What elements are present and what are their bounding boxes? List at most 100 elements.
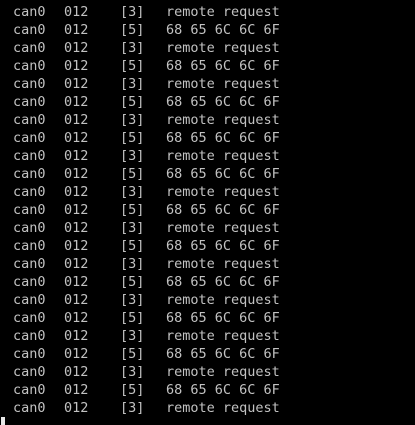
can-id: 012 [64, 238, 89, 254]
output-line: can0 012 [3] remote request [0, 147, 408, 165]
frame-length: [3] [120, 292, 145, 308]
output-line: can0 012 [5] 68 65 6C 6C 6F [0, 57, 408, 75]
can-interface: can0 [13, 400, 46, 416]
output-line: can0 012 [3] remote request [0, 327, 408, 345]
can-id: 012 [64, 148, 89, 164]
terminal-output: can0 012 [3] remote request can0 012 [5] 68 65 … [0, 3, 408, 417]
frame-data: remote request [166, 4, 280, 20]
frame-data: remote request [166, 184, 280, 200]
can-id: 012 [64, 184, 89, 200]
frame-data: remote request [166, 328, 280, 344]
frame-length: [3] [120, 40, 145, 56]
can-id: 012 [64, 76, 89, 92]
frame-length: [5] [120, 130, 145, 146]
can-id: 012 [64, 256, 89, 272]
frame-data: 68 65 6C 6C 6F [166, 310, 280, 326]
can-interface: can0 [13, 130, 46, 146]
can-id: 012 [64, 4, 89, 20]
output-line: can0 012 [5] 68 65 6C 6C 6F [0, 273, 408, 291]
frame-length: [3] [120, 112, 145, 128]
can-interface: can0 [13, 220, 46, 236]
can-interface: can0 [13, 202, 46, 218]
frame-length: [3] [120, 148, 145, 164]
can-interface: can0 [13, 238, 46, 254]
can-interface: can0 [13, 346, 46, 362]
output-line: can0 012 [5] 68 65 6C 6C 6F [0, 237, 408, 255]
can-id: 012 [64, 58, 89, 74]
output-line: can0 012 [3] remote request [0, 399, 408, 417]
frame-data: 68 65 6C 6C 6F [166, 202, 280, 218]
frame-length: [3] [120, 4, 145, 20]
frame-length: [3] [120, 220, 145, 236]
frame-length: [5] [120, 166, 145, 182]
frame-length: [5] [120, 94, 145, 110]
frame-data: 68 65 6C 6C 6F [166, 94, 280, 110]
can-interface: can0 [13, 166, 46, 182]
can-interface: can0 [13, 184, 46, 200]
output-line: can0 012 [3] remote request [0, 75, 408, 93]
frame-length: [5] [120, 346, 145, 362]
can-interface: can0 [13, 310, 46, 326]
can-id: 012 [64, 382, 89, 398]
frame-data: 68 65 6C 6C 6F [166, 166, 280, 182]
frame-data: 68 65 6C 6C 6F [166, 274, 280, 290]
can-id: 012 [64, 166, 89, 182]
can-interface: can0 [13, 76, 46, 92]
output-line: can0 012 [5] 68 65 6C 6C 6F [0, 129, 408, 147]
frame-data: remote request [166, 256, 280, 272]
frame-data: 68 65 6C 6C 6F [166, 58, 280, 74]
output-line: can0 012 [5] 68 65 6C 6C 6F [0, 93, 408, 111]
can-id: 012 [64, 346, 89, 362]
scrollbar[interactable] [408, 0, 415, 425]
frame-data: remote request [166, 112, 280, 128]
can-id: 012 [64, 400, 89, 416]
can-interface: can0 [13, 148, 46, 164]
can-id: 012 [64, 202, 89, 218]
can-id: 012 [64, 220, 89, 236]
can-interface: can0 [13, 364, 46, 380]
can-id: 012 [64, 328, 89, 344]
terminal-window[interactable]: can0 012 [3] remote request can0 012 [5] 68 65 … [0, 0, 415, 425]
frame-data: remote request [166, 148, 280, 164]
output-line: can0 012 [5] 68 65 6C 6C 6F [0, 165, 408, 183]
can-id: 012 [64, 274, 89, 290]
terminal-cursor [1, 417, 5, 425]
frame-data: 68 65 6C 6C 6F [166, 382, 280, 398]
can-interface: can0 [13, 382, 46, 398]
can-id: 012 [64, 40, 89, 56]
frame-length: [5] [120, 58, 145, 74]
frame-data: remote request [166, 400, 280, 416]
frame-length: [3] [120, 76, 145, 92]
can-interface: can0 [13, 328, 46, 344]
output-line: can0 012 [5] 68 65 6C 6C 6F [0, 201, 408, 219]
frame-data: 68 65 6C 6C 6F [166, 22, 280, 38]
frame-length: [5] [120, 274, 145, 290]
can-id: 012 [64, 310, 89, 326]
can-interface: can0 [13, 22, 46, 38]
frame-data: 68 65 6C 6C 6F [166, 238, 280, 254]
output-line: can0 012 [3] remote request [0, 183, 408, 201]
frame-length: [3] [120, 364, 145, 380]
can-id: 012 [64, 94, 89, 110]
can-interface: can0 [13, 40, 46, 56]
output-line: can0 012 [3] remote request [0, 219, 408, 237]
frame-data: remote request [166, 76, 280, 92]
can-id: 012 [64, 112, 89, 128]
can-interface: can0 [13, 58, 46, 74]
frame-length: [3] [120, 184, 145, 200]
output-line: can0 012 [3] remote request [0, 363, 408, 381]
can-id: 012 [64, 292, 89, 308]
can-interface: can0 [13, 274, 46, 290]
output-line: can0 012 [3] remote request [0, 291, 408, 309]
frame-data: 68 65 6C 6C 6F [166, 346, 280, 362]
output-line: can0 012 [5] 68 65 6C 6C 6F [0, 309, 408, 327]
frame-data: remote request [166, 40, 280, 56]
can-interface: can0 [13, 94, 46, 110]
frame-data: remote request [166, 364, 280, 380]
can-id: 012 [64, 22, 89, 38]
frame-data: remote request [166, 220, 280, 236]
output-line: can0 012 [5] 68 65 6C 6C 6F [0, 381, 408, 399]
can-interface: can0 [13, 292, 46, 308]
frame-data: 68 65 6C 6C 6F [166, 130, 280, 146]
output-line: can0 012 [3] remote request [0, 255, 408, 273]
